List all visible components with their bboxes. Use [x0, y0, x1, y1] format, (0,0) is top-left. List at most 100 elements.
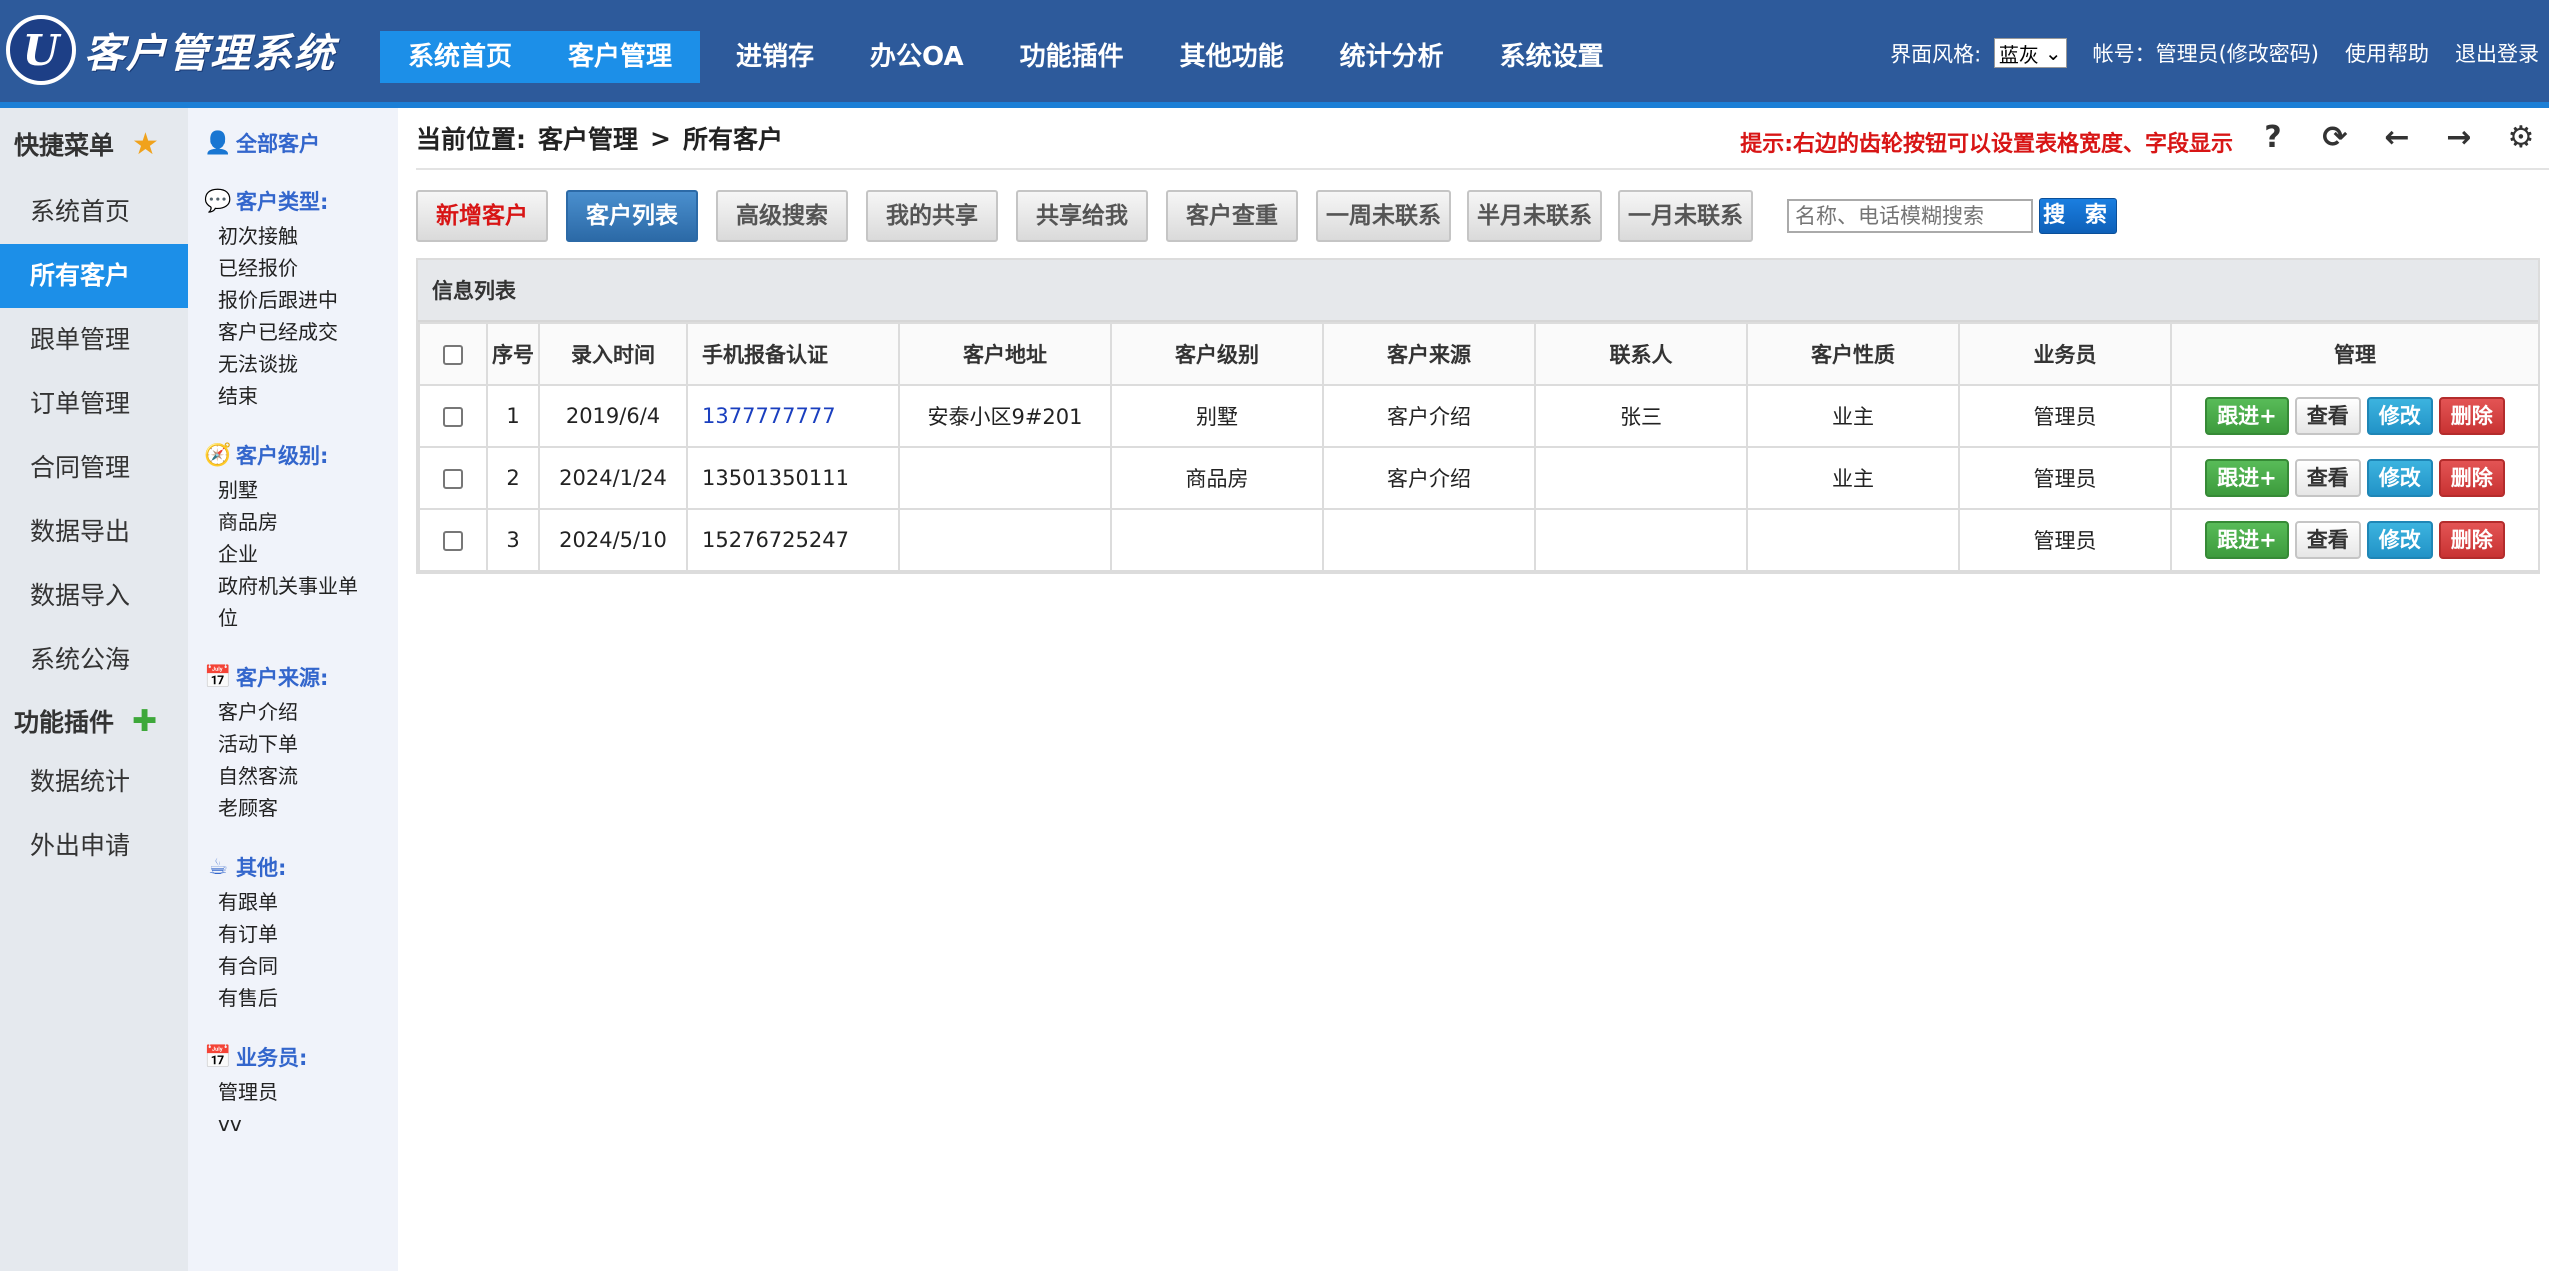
refresh-icon[interactable]: ⟳	[2319, 122, 2351, 154]
customer-table: 序号 录入时间 手机报备认证 客户地址 客户级别 客户来源 联系人 客户性质 业…	[418, 322, 2540, 572]
delete-button[interactable]: 删除	[2438, 459, 2505, 497]
list-title: 信息列表	[418, 260, 2538, 322]
arrow-right-icon[interactable]: →	[2443, 122, 2475, 154]
user-icon: 👤	[204, 130, 232, 156]
shared-to-me-button[interactable]: 共享给我	[1016, 190, 1148, 242]
advanced-search-button[interactable]: 高级搜索	[716, 190, 848, 242]
filter-type-item[interactable]: 客户已经成交	[204, 316, 398, 348]
logout-link[interactable]: 退出登录	[2455, 38, 2539, 68]
nav-inventory[interactable]: 进销存	[708, 31, 842, 83]
filter-level-item[interactable]: 别墅	[204, 474, 398, 506]
puzzle-icon: ✚	[132, 703, 158, 739]
nav-home[interactable]: 系统首页	[380, 31, 541, 83]
cell-actions: 跟进+ 查看 修改 删除	[2170, 508, 2540, 572]
sidebar-item-orders[interactable]: 订单管理	[0, 372, 188, 436]
help-link[interactable]: 使用帮助	[2345, 38, 2429, 68]
breadcrumb-level1[interactable]: 客户管理	[538, 120, 638, 156]
filter-source-item[interactable]: 自然客流	[204, 760, 398, 792]
filter-type-item[interactable]: 报价后跟进中	[204, 284, 398, 316]
view-button[interactable]: 查看	[2294, 521, 2361, 559]
chevron-down-icon: ⌄	[2044, 41, 2062, 65]
filter-source-item[interactable]: 活动下单	[204, 728, 398, 760]
arrow-left-icon[interactable]: ←	[2381, 122, 2413, 154]
filter-other-item[interactable]: 有订单	[204, 918, 398, 950]
sidebar-item-home[interactable]: 系统首页	[0, 180, 188, 244]
search-input[interactable]	[1787, 199, 2033, 233]
my-shares-button[interactable]: 我的共享	[866, 190, 998, 242]
nav-settings[interactable]: 系统设置	[1472, 31, 1632, 83]
customer-list-panel: 信息列表 序号 录入时间 手机报备认证 客户地址 客户级别 客户来源 联系人 客…	[416, 258, 2540, 574]
top-right-links: 界面风格: 蓝灰 ⌄ 帐号：管理员(修改密码) 使用帮助 退出登录	[1890, 38, 2539, 69]
search-button[interactable]: 搜 索	[2039, 198, 2117, 234]
follow-button[interactable]: 跟进+	[2205, 521, 2289, 559]
nav-office-oa[interactable]: 办公OA	[842, 31, 992, 83]
delete-button[interactable]: 删除	[2438, 521, 2505, 559]
filter-sales-item[interactable]: 管理员	[204, 1076, 398, 1108]
row-checkbox[interactable]	[443, 407, 463, 427]
nav-plugins[interactable]: 功能插件	[992, 31, 1152, 83]
duplicate-check-button[interactable]: 客户查重	[1166, 190, 1298, 242]
nav-customers[interactable]: 客户管理	[540, 31, 701, 83]
filter-other-item[interactable]: 有售后	[204, 982, 398, 1014]
sidebar-item-contracts[interactable]: 合同管理	[0, 436, 188, 500]
nav-statistics[interactable]: 统计分析	[1312, 31, 1472, 83]
col-header-manage: 管理	[2170, 322, 2540, 386]
no-contact-month-button[interactable]: 一月未联系	[1618, 190, 1753, 242]
cell-nature: 业主	[1746, 384, 1960, 448]
sidebar-item-outing[interactable]: 外出申请	[0, 814, 188, 878]
row-checkbox[interactable]	[443, 469, 463, 489]
edit-button[interactable]: 修改	[2366, 521, 2433, 559]
customer-list-button[interactable]: 客户列表	[566, 190, 698, 242]
help-icon[interactable]: ?	[2257, 122, 2289, 154]
filter-panel: 👤 全部客户 💬 客户类型: 初次接触 已经报价 报价后跟进中 客户已经成交 无…	[188, 108, 398, 1271]
filter-type-item[interactable]: 初次接触	[204, 220, 398, 252]
sidebar-item-all-customers[interactable]: 所有客户	[0, 244, 188, 308]
filter-other-item[interactable]: 有合同	[204, 950, 398, 982]
filter-all-customers[interactable]: 👤 全部客户	[204, 128, 398, 158]
delete-button[interactable]: 删除	[2438, 397, 2505, 435]
filter-level-item[interactable]: 政府机关事业单位	[204, 570, 374, 634]
filter-type-item[interactable]: 已经报价	[204, 252, 398, 284]
follow-button[interactable]: 跟进+	[2205, 397, 2289, 435]
sidebar-item-public-pool[interactable]: 系统公海	[0, 628, 188, 692]
no-contact-halfmonth-button[interactable]: 半月未联系	[1467, 190, 1602, 242]
cell-source: 客户介绍	[1322, 446, 1536, 510]
row-checkbox[interactable]	[443, 531, 463, 551]
toolbar-icons: ? ⟳ ← → ⚙	[2257, 122, 2537, 154]
col-header-sales: 业务员	[1958, 322, 2172, 386]
sidebar-item-import[interactable]: 数据导入	[0, 564, 188, 628]
select-all-checkbox[interactable]	[443, 345, 463, 365]
follow-button[interactable]: 跟进+	[2205, 459, 2289, 497]
gear-icon[interactable]: ⚙	[2505, 122, 2537, 154]
filter-other-item[interactable]: 有跟单	[204, 886, 398, 918]
filter-sales-item[interactable]: vv	[204, 1108, 398, 1140]
calendar-icon: 📅	[204, 664, 232, 690]
cell-contact	[1534, 508, 1748, 572]
view-button[interactable]: 查看	[2294, 459, 2361, 497]
nav-other[interactable]: 其他功能	[1152, 31, 1312, 83]
filter-level-item[interactable]: 企业	[204, 538, 398, 570]
col-header-nature: 客户性质	[1746, 322, 1960, 386]
sidebar-item-export[interactable]: 数据导出	[0, 500, 188, 564]
filter-type-item[interactable]: 结束	[204, 380, 398, 412]
col-header-date: 录入时间	[538, 322, 688, 386]
style-select[interactable]: 蓝灰 ⌄	[1993, 38, 2067, 68]
filter-source-item[interactable]: 老顾客	[204, 792, 398, 824]
star-icon: ★	[132, 126, 159, 162]
cell-phone-link[interactable]: 1377777777	[702, 404, 836, 428]
account-link[interactable]: 帐号：管理员(修改密码)	[2093, 38, 2319, 68]
filter-source-item[interactable]: 客户介绍	[204, 696, 398, 728]
sidebar-item-data-stats[interactable]: 数据统计	[0, 750, 188, 814]
filter-level-item[interactable]: 商品房	[204, 506, 398, 538]
add-customer-button[interactable]: 新增客户	[416, 190, 548, 242]
view-button[interactable]: 查看	[2294, 397, 2361, 435]
edit-button[interactable]: 修改	[2366, 397, 2433, 435]
breadcrumb-prefix: 当前位置:	[416, 125, 526, 154]
cell-date: 2019/6/4	[538, 384, 688, 448]
style-select-value: 蓝灰	[1998, 42, 2039, 67]
compass-icon: 🧭	[204, 442, 232, 468]
no-contact-week-button[interactable]: 一周未联系	[1316, 190, 1451, 242]
filter-type-item[interactable]: 无法谈拢	[204, 348, 398, 380]
sidebar-item-follow[interactable]: 跟单管理	[0, 308, 188, 372]
edit-button[interactable]: 修改	[2366, 459, 2433, 497]
